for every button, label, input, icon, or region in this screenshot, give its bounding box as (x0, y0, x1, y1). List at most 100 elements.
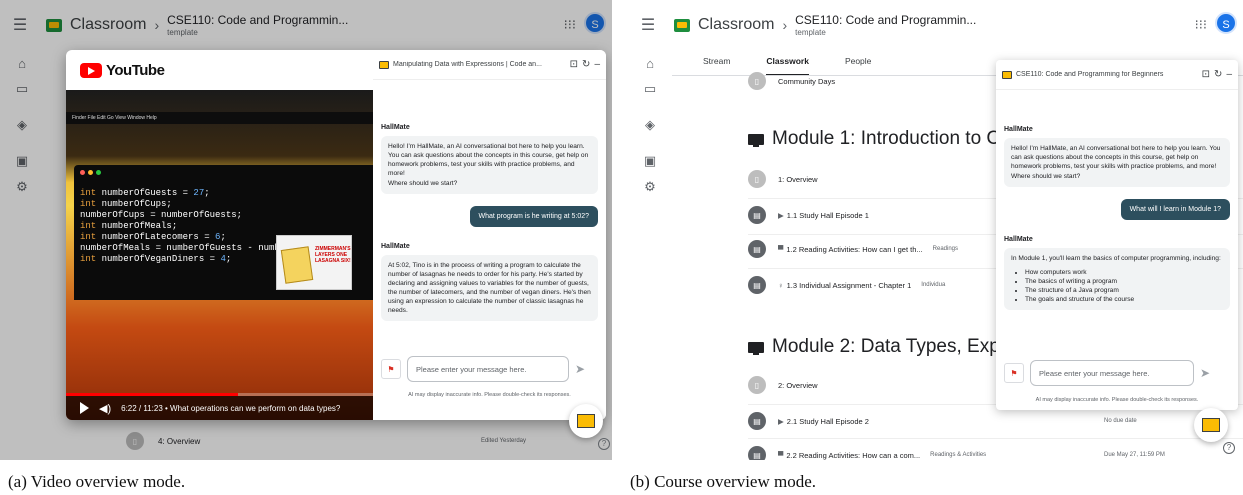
bot-name: HallMate (1004, 236, 1033, 243)
video-icon: ▶ (778, 416, 784, 426)
enrolled-cap-icon[interactable]: ◈ (628, 112, 672, 138)
video-controls: ◀) 6:22 / 11:23 • What operations can we… (66, 396, 373, 420)
expand-icon[interactable]: ⊡ (570, 59, 578, 70)
hallmate-launcher-button[interactable] (569, 404, 603, 438)
side-rail: ⌂ ▭ ◈ ▣ ⚙ (628, 50, 672, 200)
breadcrumb[interactable]: CSE110: Code and Programmin... template (795, 13, 976, 37)
book-text: ZIMMERMAN'S LAYERS ONE LASAGNA SIX! (315, 246, 351, 264)
tab-stream[interactable]: Stream (703, 50, 730, 76)
video-frame-menubar: Finder File Edit Go View Window Help (66, 112, 373, 124)
user-message: What will I learn in Module 1? (1120, 199, 1230, 220)
module-heading: Module 1: Introduction to C (748, 128, 1000, 150)
item-due-date: Due May 27, 11:59 PM (1104, 452, 1165, 458)
expand-icon[interactable]: ⊡ (1202, 69, 1210, 80)
video-icon: ▶ (778, 210, 784, 220)
play-icon[interactable] (80, 402, 89, 414)
greeting-text: Hello! I'm HallMate, an AI conversationa… (388, 143, 589, 177)
window-close-dot (80, 170, 85, 175)
item-title: ▀ 1.2 Reading Activities: How can I get t… (778, 245, 923, 254)
monitor-small-icon: ▀ (778, 450, 784, 460)
chat-header: Manipulating Data with Expressions | Cod… (373, 50, 606, 80)
settings-gear-icon[interactable]: ⚙ (628, 174, 672, 200)
video-time: 6:22 / 11:23 • What operations can we pe… (121, 403, 341, 413)
monitor-small-icon: ▀ (778, 244, 784, 254)
chat-messages: HallMate Hello! I'm HallMate, an AI conv… (996, 90, 1238, 310)
module-title: Module 2: Data Types, Expr (772, 336, 1007, 357)
help-icon[interactable]: ? (1223, 442, 1235, 454)
chat-message-input[interactable] (407, 356, 569, 382)
divider (748, 438, 1243, 439)
help-icon[interactable]: ? (598, 438, 610, 450)
book-icon (577, 414, 595, 428)
hallmate-logo-icon (1002, 70, 1012, 79)
course-overview-panel: ☰ Classroom › CSE110: Code and Programmi… (628, 0, 1243, 460)
youtube-logo: YouTube (80, 62, 165, 79)
course-name: CSE110: Code and Programmin... (795, 13, 977, 27)
chat-messages: HallMate Hello! I'm HallMate, an AI conv… (373, 80, 606, 321)
greeting-question: Where should we start? (388, 180, 458, 187)
refresh-icon[interactable]: ↻ (582, 59, 590, 70)
hallmate-chat-panel: Manipulating Data with Expressions | Cod… (373, 50, 606, 420)
minimize-icon[interactable]: – (1226, 69, 1232, 80)
item-category: Readings (932, 246, 959, 252)
material-icon: ▯ (748, 376, 766, 394)
calendar-icon[interactable]: ▭ (628, 76, 672, 102)
item-due-date: No due date (1104, 418, 1137, 424)
hallmate-logo-icon (379, 60, 389, 69)
item-title: ▶ 2.1 Study Hall Episode 2 (778, 417, 869, 426)
video-overview-panel: ☰ Classroom › CSE110: Code and Programmi… (0, 0, 612, 460)
youtube-wordmark: YouTube (106, 62, 165, 79)
minimize-icon[interactable]: – (594, 59, 600, 70)
material-icon: ▯ (748, 170, 766, 188)
caption-b: (b) Course overview mode. (630, 472, 817, 491)
apps-grid-icon[interactable]: ⁝⁝⁝ (1195, 17, 1207, 33)
code-line: numberOfCups = numberOfGuests; (80, 210, 243, 220)
hamburger-menu-icon[interactable]: ☰ (628, 15, 668, 35)
ai-disclaimer: AI may display inaccurate info. Please d… (1035, 397, 1199, 403)
volume-icon[interactable]: ◀) (99, 402, 111, 415)
bot-reply-text: In Module 1, you'll learn the basics of … (1011, 255, 1221, 262)
flag-icon[interactable]: ⚑ (1004, 363, 1024, 383)
avatar[interactable]: S (1215, 12, 1237, 34)
hallmate-chat-panel: CSE110: Code and Programming for Beginne… (996, 60, 1238, 410)
send-icon[interactable]: ➤ (1200, 366, 1210, 380)
user-message: What program is he writing at 5:02? (469, 206, 598, 227)
book-icon (1202, 418, 1220, 432)
window-zoom-dot (96, 170, 101, 175)
bot-message: Hello! I'm HallMate, an AI conversationa… (381, 136, 598, 194)
home-icon[interactable]: ⌂ (628, 50, 672, 76)
module-title: Module 1: Introduction to C (772, 128, 1001, 149)
assignment-icon: ▤ (748, 206, 766, 224)
chat-title: CSE110: Code and Programming for Beginne… (1016, 71, 1164, 78)
hallmate-launcher-button[interactable] (1194, 408, 1228, 442)
bot-name: HallMate (381, 124, 410, 131)
item-title: ▶ 1.1 Study Hall Episode 1 (778, 211, 869, 220)
list-bullet: The structure of a Java program (1025, 286, 1223, 295)
window-minimize-dot (88, 170, 93, 175)
bot-message: In Module 1, you'll learn the basics of … (1004, 248, 1230, 310)
send-icon[interactable]: ➤ (575, 362, 585, 376)
archive-icon[interactable]: ▣ (628, 148, 672, 174)
video-player[interactable]: Finder File Edit Go View Window Help int… (66, 90, 373, 420)
caption-a: (a) Video overview mode. (8, 472, 186, 491)
list-item[interactable]: ▤ ▀ 2.2 Reading Activities: How can a com… (748, 446, 1243, 460)
book-cover-image (280, 246, 314, 284)
refresh-icon[interactable]: ↻ (1214, 69, 1222, 80)
bot-message: At 5:02, Tino is in the process of writi… (381, 255, 598, 321)
list-item[interactable]: ▤ ▶ 2.1 Study Hall Episode 2 No due date (748, 412, 1243, 430)
greeting-question: Where should we start? (1011, 173, 1081, 180)
app-name[interactable]: Classroom (698, 16, 774, 34)
bot-reply-text: At 5:02, Tino is in the process of writi… (388, 262, 591, 314)
flag-icon[interactable]: ⚑ (381, 359, 401, 379)
bot-name: HallMate (381, 243, 410, 250)
classroom-header: ☰ Classroom › CSE110: Code and Programmi… (628, 0, 1243, 50)
item-title-text: 1.2 Reading Activities: How can I get th… (786, 244, 923, 254)
code-line: int numberOfMeals; (80, 221, 178, 231)
material-icon: ▯ (748, 72, 766, 90)
assignment-icon: ▤ (748, 412, 766, 430)
chat-message-input[interactable] (1030, 360, 1194, 386)
bot-name: HallMate (1004, 126, 1033, 133)
monitor-icon (748, 133, 764, 147)
lightbulb-icon: ♀ (778, 280, 784, 290)
code-line: int numberOfCups; (80, 199, 172, 209)
